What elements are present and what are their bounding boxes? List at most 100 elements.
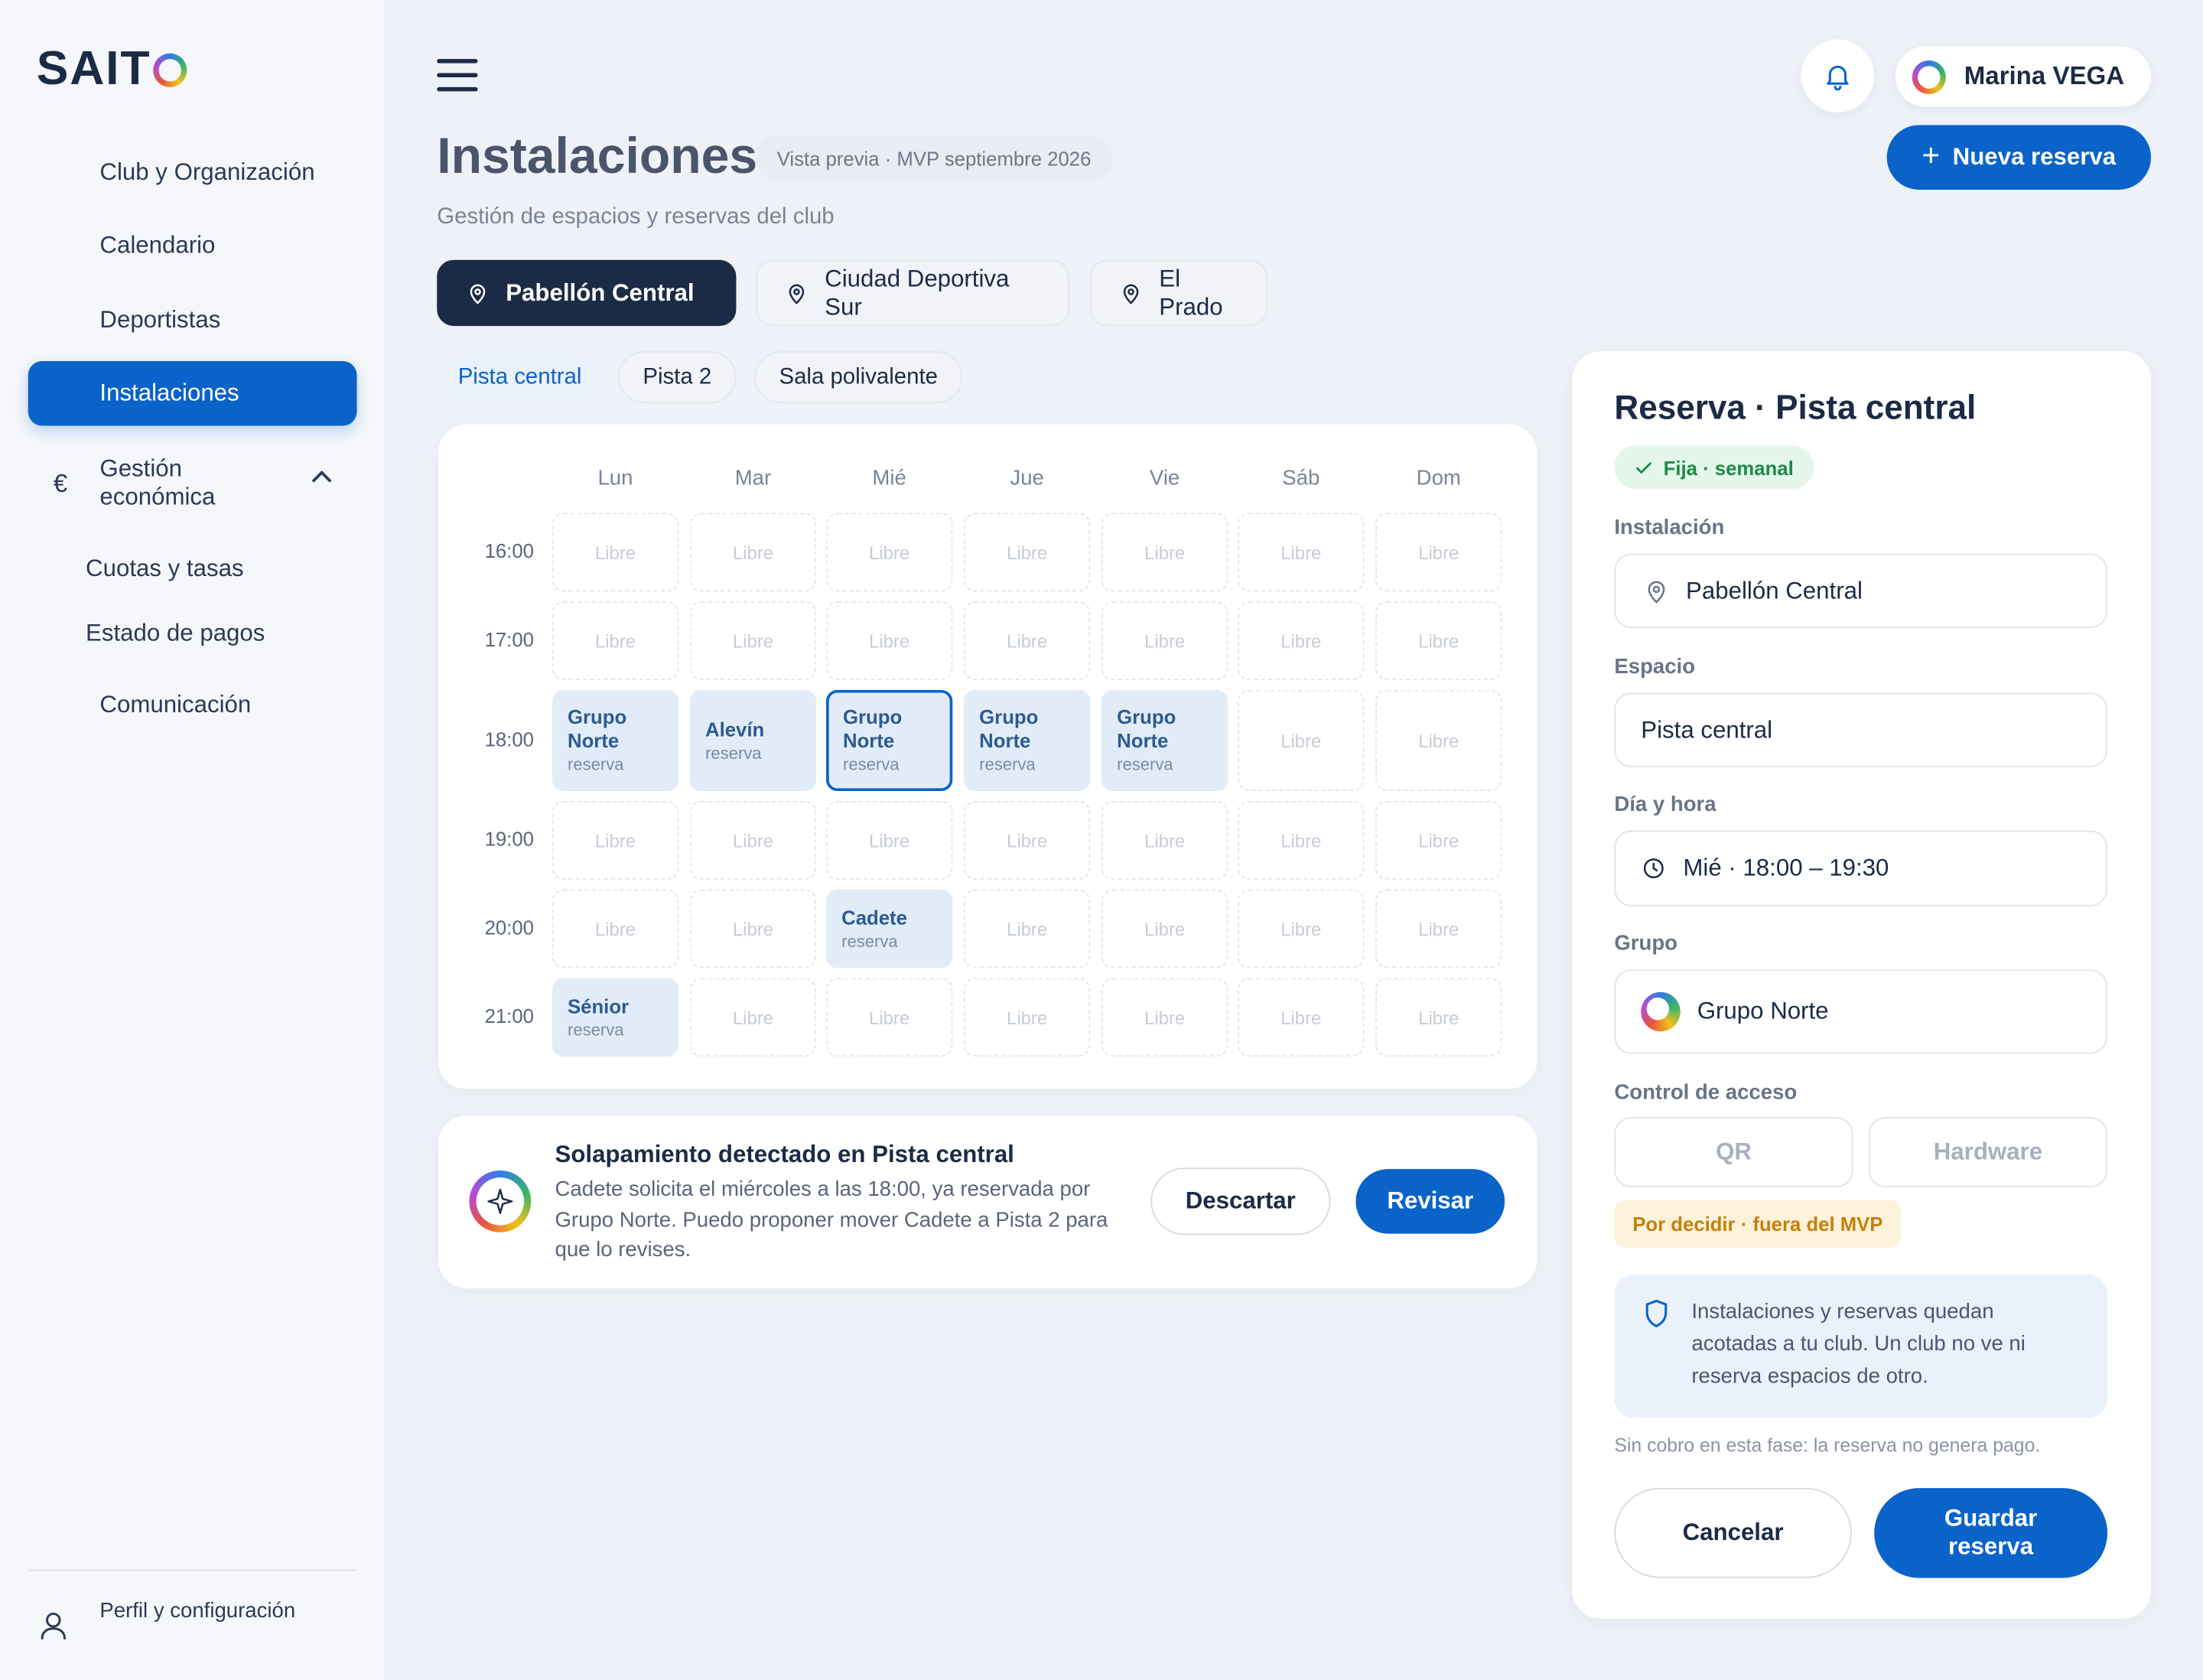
datetime-field[interactable]: Mié · 18:00 – 19:30 (1614, 830, 2108, 907)
user-name: Marina VEGA (1964, 61, 2125, 90)
free-slot-label: Libre (594, 918, 636, 939)
hour-label: 16:00 (484, 539, 534, 562)
free-slot[interactable]: Libre (689, 513, 817, 592)
free-slot[interactable]: Libre (1238, 601, 1365, 680)
free-slot[interactable]: Libre (552, 800, 679, 880)
free-slot[interactable]: Libre (1238, 513, 1365, 592)
space-tab-pista-2[interactable]: Pista 2 (618, 351, 737, 404)
free-slot[interactable]: Libre (552, 601, 679, 680)
dismiss-button[interactable]: Descartar (1150, 1167, 1331, 1236)
cancel-button[interactable]: Cancelar (1614, 1488, 1852, 1578)
free-slot[interactable]: Libre (963, 601, 1091, 680)
booking-slot[interactable]: Cadete reserva (825, 889, 953, 969)
free-slot[interactable]: Libre (1375, 978, 1502, 1057)
free-slot-label: Libre (1280, 918, 1322, 939)
free-slot[interactable]: Libre (1375, 513, 1502, 592)
sidebar-item-club[interactable]: Club y Organización (28, 141, 357, 205)
save-label: Guardar reserva (1944, 1505, 2038, 1560)
free-slot[interactable]: Libre (1238, 978, 1365, 1057)
booking-content: Cadete reserva (841, 906, 907, 952)
free-slot[interactable]: Libre (552, 513, 679, 592)
free-slot[interactable]: Libre (963, 800, 1091, 880)
booking-name: Grupo Norte (843, 705, 903, 752)
booking-slot[interactable]: Grupo Norte reserva (963, 689, 1091, 792)
sidebar: SAIT Club y Organización Calendario Depo… (0, 0, 384, 1680)
free-slot[interactable]: Libre (1375, 601, 1502, 680)
check-icon (1635, 461, 1651, 473)
free-slot[interactable]: Libre (963, 978, 1091, 1057)
free-slot[interactable]: Libre (1101, 601, 1228, 680)
free-slot[interactable]: Libre (963, 889, 1091, 969)
free-slot[interactable]: Libre (1238, 689, 1365, 792)
sidebar-item-profile[interactable]: Perfil y configuración (39, 1597, 295, 1641)
brand-name: SAIT (36, 42, 151, 96)
installation-field[interactable]: Pabellón Central (1614, 553, 2108, 629)
free-slot[interactable]: Libre (1375, 889, 1502, 969)
free-slot[interactable]: Libre (1101, 513, 1228, 592)
space-tab-sala-polivalente[interactable]: Sala polivalente (754, 351, 963, 404)
panel-title: Reserva · Pista central (1614, 389, 1977, 428)
booking-slot[interactable]: Alevín reserva (689, 689, 817, 792)
free-slot[interactable]: Libre (1375, 689, 1502, 792)
location-tab-pabellon-central[interactable]: Pabellón Central (437, 259, 737, 327)
no-charge-note: Sin cobro en esta fase: la reserva no ge… (1614, 1434, 2041, 1456)
sidebar-item-communication[interactable]: Comunicación (28, 673, 357, 737)
booking-slot[interactable]: Grupo Norte reserva (552, 689, 679, 792)
sidebar-item-payments[interactable]: Estado de pagos (86, 620, 265, 648)
page-title: Instalaciones (437, 126, 758, 184)
free-slot[interactable]: Libre (552, 889, 679, 969)
sidebar-group-finance[interactable]: € Gestión económica (28, 447, 357, 520)
booking-name: Grupo Norte (979, 705, 1039, 752)
access-option-hardware[interactable]: Hardware (1868, 1117, 2108, 1188)
space-tab-pista-central[interactable]: Pista central (437, 351, 603, 404)
free-slot[interactable]: Libre (1238, 889, 1365, 969)
booking-sub: reserva (979, 754, 1036, 775)
access-option-label: Hardware (1933, 1138, 2043, 1165)
booking-slot[interactable]: Grupo Norte reserva (825, 689, 953, 792)
space-field[interactable]: Pista central (1614, 692, 2108, 767)
clock-icon (1643, 858, 1664, 879)
space-tab-label: Sala polivalente (779, 364, 938, 389)
hour-label: 19:00 (484, 827, 534, 851)
free-slot[interactable]: Libre (1238, 800, 1365, 880)
free-slot[interactable]: Libre (689, 800, 817, 880)
sidebar-item-athletes[interactable]: Deportistas (28, 288, 357, 353)
new-booking-button[interactable]: + Nueva reserva (1886, 125, 2151, 190)
location-tab-el-prado[interactable]: El Prado (1090, 259, 1267, 327)
location-tab-ciudad-deportiva-sur[interactable]: Ciudad Deportiva Sur (756, 259, 1069, 327)
review-button[interactable]: Revisar (1355, 1169, 1505, 1234)
save-booking-button[interactable]: Guardar reserva (1874, 1488, 2108, 1578)
notifications-button[interactable] (1801, 39, 1875, 112)
free-slot-label: Libre (1418, 730, 1459, 751)
free-slot[interactable]: Libre (1101, 800, 1228, 880)
weekly-calendar: Lun Mar Mié Jue Vie Sáb Dom 16:00 Libre Libre Libr… (438, 424, 1538, 1089)
user-menu[interactable]: Marina VEGA (1895, 46, 2151, 107)
free-slot[interactable]: Libre (825, 513, 953, 592)
free-slot[interactable]: Libre (689, 601, 817, 680)
sidebar-item-fees[interactable]: Cuotas y tasas (86, 555, 244, 583)
free-slot[interactable]: Libre (1101, 978, 1228, 1057)
space-value: Pista central (1641, 715, 1773, 743)
overlap-alert: Solapamiento detectado en Pista central … (438, 1115, 1538, 1289)
hour-label: 17:00 (484, 628, 534, 651)
sidebar-item-label: Estado de pagos (86, 619, 265, 646)
booking-content: Grupo Norte reserva (568, 705, 652, 776)
hamburger-icon[interactable] (437, 59, 478, 93)
free-slot[interactable]: Libre (963, 513, 1091, 592)
free-slot[interactable]: Libre (1101, 889, 1228, 969)
booking-slot[interactable]: Sénior reserva (552, 978, 679, 1057)
sidebar-item-calendar[interactable]: Calendario (28, 213, 357, 278)
free-slot[interactable]: Libre (689, 978, 817, 1057)
free-slot[interactable]: Libre (825, 601, 953, 680)
pending-decision-badge: Por decidir · fuera del MVP (1614, 1200, 1902, 1248)
brand-logo[interactable]: SAIT (36, 42, 188, 97)
access-option-qr[interactable]: QR (1614, 1117, 1853, 1188)
booking-slot[interactable]: Grupo Norte reserva (1101, 689, 1228, 792)
free-slot[interactable]: Libre (825, 800, 953, 880)
group-field[interactable]: Grupo Norte (1614, 969, 2108, 1054)
sidebar-item-facilities[interactable]: Instalaciones (28, 361, 357, 426)
free-slot[interactable]: Libre (689, 889, 817, 969)
free-slot[interactable]: Libre (1375, 800, 1502, 880)
free-slot-label: Libre (1007, 542, 1048, 563)
free-slot[interactable]: Libre (825, 978, 953, 1057)
